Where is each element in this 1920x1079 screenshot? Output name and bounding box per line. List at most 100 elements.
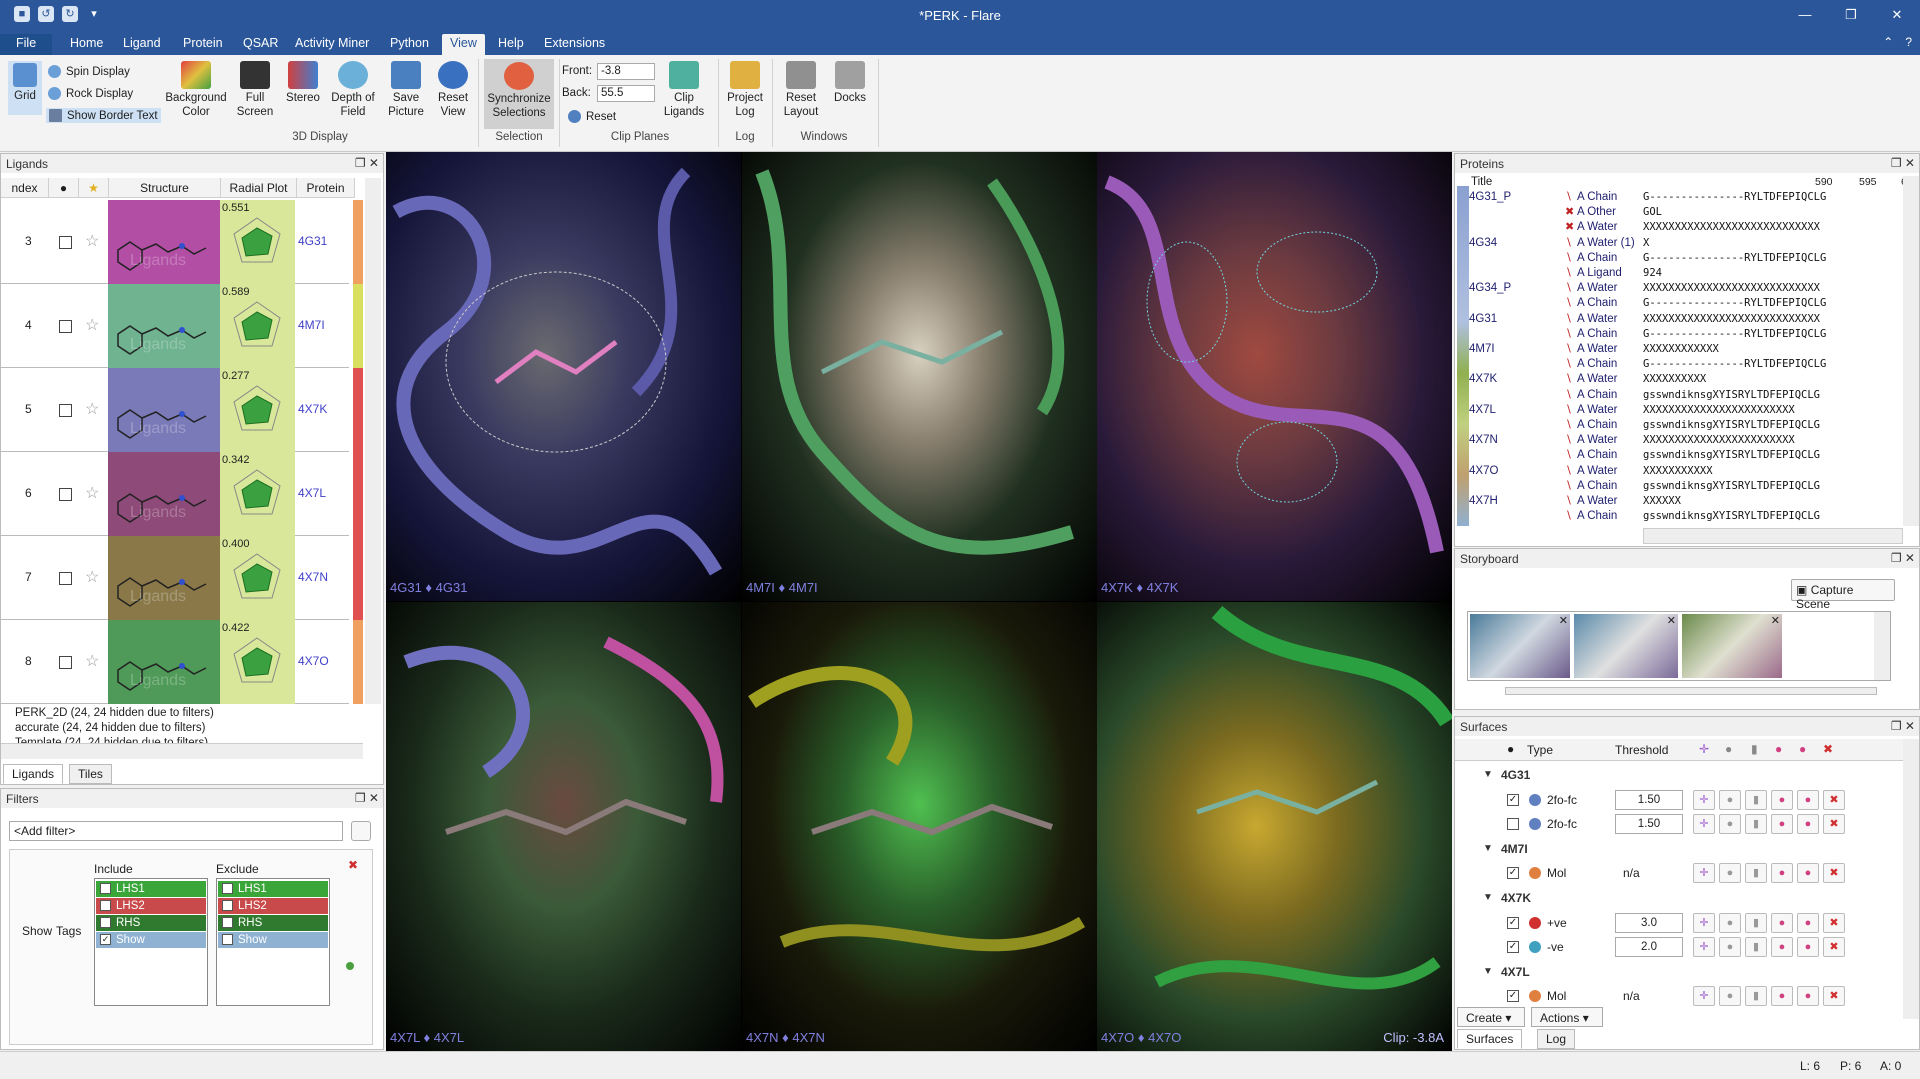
- ligand-checkbox[interactable]: [59, 236, 72, 249]
- create-button[interactable]: Create ▾: [1457, 1007, 1525, 1027]
- viewport-4m7i[interactable]: 4M7I ♦ 4M7I: [742, 152, 1097, 601]
- tag-checkbox[interactable]: [222, 883, 233, 894]
- protein-link[interactable]: 4X7N: [298, 570, 328, 584]
- column-visibility-icon[interactable]: ●: [49, 178, 79, 198]
- favorite-star-icon[interactable]: ☆: [85, 231, 99, 251]
- surface-row[interactable]: ✓ 2fo-fc 1.50 ✛ ● ▮ ● ● ✖: [1455, 788, 1903, 812]
- tab-help[interactable]: Help: [490, 34, 532, 55]
- protein-link[interactable]: 4X7K: [298, 402, 327, 416]
- protein-row[interactable]: 4G34_P ∖ A Water XXXXXXXXXXXXXXXXXXXXXXXX…: [1455, 281, 1903, 296]
- collapse-chevron-icon[interactable]: ▼: [1483, 960, 1493, 984]
- depth-of-field-button[interactable]: Depth of Field: [326, 61, 380, 119]
- sequence[interactable]: XXXXXXXXXXXXXXXXXXXXXXXXXXXX: [1643, 220, 1820, 235]
- pin-tool-icon[interactable]: ✛: [1693, 937, 1715, 958]
- tab-extensions[interactable]: Extensions: [536, 34, 613, 55]
- filter-settings-button[interactable]: [351, 821, 371, 841]
- delete-tool-icon[interactable]: ✖: [1823, 937, 1845, 958]
- threshold-input[interactable]: 3.0: [1615, 912, 1683, 933]
- sequence[interactable]: G---------------RYLTDFEPIQCLG: [1643, 357, 1826, 372]
- chain-icon[interactable]: ∖: [1565, 298, 1574, 309]
- protein-row[interactable]: ∖ A Chain gsswndiknsgXYISRYLTDFEPIQCLG: [1455, 448, 1903, 463]
- ligand-checkbox[interactable]: [59, 320, 72, 333]
- tag-checkbox[interactable]: [100, 883, 111, 894]
- chain-icon[interactable]: ∖: [1565, 374, 1574, 385]
- pin-tool-icon[interactable]: ✛: [1693, 814, 1715, 835]
- sequence[interactable]: XXXXXXXXXXXXXXXXXXXXXXXXXXXX: [1643, 281, 1820, 296]
- transparency-tool-icon[interactable]: ▮: [1745, 789, 1767, 810]
- radial-plot[interactable]: 0.551: [220, 200, 295, 284]
- project-log-button[interactable]: Project Log: [724, 61, 766, 119]
- panel-float-close-icon[interactable]: ❐ ✕: [355, 156, 379, 170]
- viewport-4g31[interactable]: 4G31 ♦ 4G31: [386, 152, 741, 601]
- restore-button[interactable]: ❐: [1828, 0, 1874, 30]
- show-border-text-button[interactable]: Show Border Text: [46, 108, 161, 123]
- protein-row[interactable]: 4X7L ∖ A Water XXXXXXXXXXXXXXXXXXXXXXXX: [1455, 403, 1903, 418]
- ligand-row[interactable]: 8 ☆ Ligands 0.422 4X7O: [1, 620, 363, 704]
- style-tool-icon[interactable]: ●: [1797, 863, 1819, 884]
- ligand-structure[interactable]: Ligands: [108, 368, 220, 452]
- favorite-star-icon[interactable]: ☆: [85, 651, 99, 671]
- sequence[interactable]: gsswndiknsgXYISRYLTDFEPIQCLG: [1643, 479, 1820, 494]
- surface-group[interactable]: ▼ 4G31: [1455, 763, 1903, 787]
- transparency-tool-icon[interactable]: ▮: [1745, 986, 1767, 1007]
- protein-row[interactable]: ∖ A Chain G---------------RYLTDFEPIQCLG: [1455, 327, 1903, 342]
- chain-icon[interactable]: ∖: [1565, 283, 1574, 294]
- protein-row[interactable]: 4G31_P ∖ A Chain G---------------RYLTDFEP…: [1455, 190, 1903, 205]
- tag-checkbox[interactable]: ✓: [100, 934, 111, 945]
- rock-display-button[interactable]: Rock Display: [48, 87, 133, 100]
- collapse-chevron-icon[interactable]: ▼: [1483, 763, 1493, 787]
- tag-lhs1[interactable]: LHS1: [218, 881, 328, 897]
- radial-plot[interactable]: 0.422: [220, 620, 295, 704]
- front-clip-input[interactable]: -3.8: [597, 63, 655, 80]
- ligand-checkbox[interactable]: [59, 404, 72, 417]
- surface-row[interactable]: ✓ Mol n/a ✛ ● ▮ ● ● ✖: [1455, 861, 1903, 885]
- column-type[interactable]: Type: [1527, 743, 1553, 757]
- surface-visible-checkbox[interactable]: ✓: [1507, 867, 1519, 880]
- surfaces-scrollbar[interactable]: [1903, 739, 1919, 1019]
- lock-tool-icon[interactable]: ●: [1719, 789, 1741, 810]
- transparency-tool-icon[interactable]: ▮: [1745, 937, 1767, 958]
- chain-icon[interactable]: ∖: [1565, 450, 1574, 461]
- lock-tool-icon[interactable]: ●: [1719, 863, 1741, 884]
- delete-tool-icon[interactable]: ✖: [1823, 814, 1845, 835]
- collapse-ribbon-icon[interactable]: ⌃: [1883, 35, 1893, 49]
- surface-row[interactable]: 2fo-fc 1.50 ✛ ● ▮ ● ● ✖: [1455, 812, 1903, 836]
- protein-row[interactable]: 4X7N ∖ A Water XXXXXXXXXXXXXXXXXXXXXXXX: [1455, 433, 1903, 448]
- protein-row[interactable]: 4M7I ∖ A Water XXXXXXXXXXXX: [1455, 342, 1903, 357]
- style-tool-icon[interactable]: ●: [1797, 789, 1819, 810]
- tag-checkbox[interactable]: [222, 900, 233, 911]
- tag-lhs2[interactable]: LHS2: [96, 898, 206, 914]
- sequence[interactable]: gsswndiknsgXYISRYLTDFEPIQCLG: [1643, 509, 1820, 524]
- actions-button[interactable]: Actions ▾: [1531, 1007, 1603, 1027]
- collapse-chevron-icon[interactable]: ▼: [1483, 886, 1493, 910]
- spin-display-button[interactable]: Spin Display: [48, 65, 130, 78]
- threshold-input[interactable]: 1.50: [1615, 789, 1683, 810]
- ligand-row[interactable]: 7 ☆ Ligands 0.400 4X7N: [1, 536, 363, 620]
- collapse-chevron-icon[interactable]: ▼: [1483, 837, 1493, 861]
- delete-tool-icon[interactable]: ✖: [1823, 789, 1845, 810]
- surface-visible-checkbox[interactable]: [1507, 818, 1519, 831]
- protein-row[interactable]: 4X7H ∖ A Water XXXXXX: [1455, 494, 1903, 509]
- ligand-checkbox[interactable]: [59, 656, 72, 669]
- color-tool-icon[interactable]: ●: [1771, 814, 1793, 835]
- chain-icon[interactable]: ∖: [1565, 465, 1574, 476]
- panel-float-close-icon[interactable]: ❐ ✕: [1891, 156, 1915, 170]
- tag-checkbox[interactable]: [222, 917, 233, 928]
- sequence-h-scrollbar[interactable]: [1643, 528, 1903, 544]
- clip-ligands-button[interactable]: Clip Ligands: [660, 61, 708, 119]
- reset-view-button[interactable]: Reset View: [434, 61, 472, 119]
- panel-float-close-icon[interactable]: ❐ ✕: [1891, 719, 1915, 733]
- add-filter-select[interactable]: <Add filter>: [9, 821, 343, 841]
- chain-icon[interactable]: ∖: [1565, 344, 1574, 355]
- tag-checkbox[interactable]: [222, 934, 233, 945]
- help-icon[interactable]: ?: [1905, 35, 1912, 49]
- close-button[interactable]: ✕: [1874, 0, 1920, 30]
- sequence[interactable]: G---------------RYLTDFEPIQCLG: [1643, 296, 1826, 311]
- delete-scene-icon[interactable]: ✕: [1667, 614, 1676, 627]
- chain-icon[interactable]: ∖: [1565, 496, 1574, 507]
- chain-icon[interactable]: ∖: [1565, 268, 1574, 279]
- chain-icon[interactable]: ∖: [1565, 313, 1574, 324]
- protein-row[interactable]: ∖ A Chain gsswndiknsgXYISRYLTDFEPIQCLG: [1455, 509, 1903, 524]
- tab-tiles[interactable]: Tiles: [69, 764, 112, 784]
- lock-tool-icon[interactable]: ●: [1719, 986, 1741, 1007]
